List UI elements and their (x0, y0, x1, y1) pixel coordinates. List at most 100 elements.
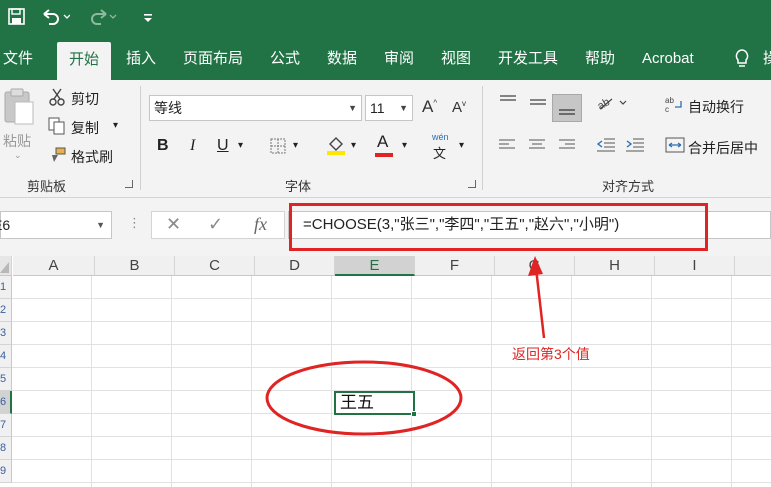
borders-icon[interactable] (270, 138, 286, 158)
paste-icon[interactable] (2, 88, 36, 134)
chevron-down-icon: ▼ (348, 103, 357, 113)
group-divider (140, 86, 141, 190)
tell-me-icon[interactable] (733, 38, 751, 80)
font-name-value: 等线 (154, 100, 182, 116)
column-header-d[interactable]: D (255, 256, 335, 276)
wrap-text-icon: ab c (665, 95, 683, 117)
paste-button[interactable]: 粘贴 (3, 131, 31, 151)
phonetic-guide-button[interactable]: wén (432, 132, 449, 142)
row-header[interactable]: 3 (0, 322, 12, 345)
row-header[interactable]: 5 (0, 368, 12, 391)
row-header[interactable]: 1 (0, 276, 12, 299)
tab-data[interactable]: 数据 (327, 38, 357, 80)
svg-text:ab: ab (665, 96, 674, 105)
format-painter-button[interactable]: 格式刷 (71, 147, 113, 167)
tab-file[interactable]: 文件 (3, 38, 33, 80)
row-header[interactable]: 2 (0, 299, 12, 322)
italic-button[interactable]: I (190, 137, 195, 155)
decrease-font-icon[interactable]: Av (452, 99, 466, 116)
merge-center-button[interactable]: 合并后居中 (688, 138, 758, 158)
tab-page-layout[interactable]: 页面布局 (183, 38, 243, 80)
font-launcher-icon[interactable] (468, 180, 476, 188)
redo-icon[interactable] (88, 8, 118, 30)
chevron-down-icon: ▼ (399, 103, 408, 113)
ribbon: 粘贴 ⌄ 剪切 复制 ▾ 格式刷 剪贴板 等线 ▼ 11 ▼ A^ Av B I… (0, 80, 771, 198)
name-box-value: E6 (0, 217, 11, 233)
row-header[interactable]: 4 (0, 345, 12, 368)
align-center-icon[interactable] (528, 138, 546, 156)
insert-function-button[interactable]: fx (254, 214, 267, 235)
undo-icon[interactable] (40, 8, 71, 30)
name-box[interactable]: E6 ▼ (0, 211, 112, 239)
fill-handle[interactable] (411, 411, 417, 417)
worksheet-grid[interactable] (12, 276, 771, 487)
tab-insert[interactable]: 插入 (126, 38, 156, 80)
borders-chevron-icon[interactable]: ▾ (293, 140, 298, 151)
decrease-indent-icon[interactable] (596, 137, 616, 157)
save-icon[interactable] (8, 8, 25, 29)
column-header-i[interactable]: I (655, 256, 735, 276)
tab-developer[interactable]: 开发工具 (498, 38, 558, 80)
underline-button[interactable]: U (217, 137, 229, 155)
orientation-icon[interactable]: ab (595, 95, 630, 115)
tab-acrobat[interactable]: Acrobat (642, 38, 694, 80)
tab-tell-me[interactable]: 操 (763, 38, 771, 80)
scissors-icon (48, 88, 66, 110)
confirm-entry-icon[interactable]: ✓ (208, 214, 223, 235)
font-size-select[interactable]: 11 ▼ (365, 95, 413, 121)
formula-highlight-box (289, 203, 708, 251)
row-header[interactable]: 8 (0, 437, 12, 460)
bold-button[interactable]: B (157, 137, 169, 155)
customize-quick-access-icon[interactable] (143, 11, 153, 28)
align-middle-icon[interactable] (528, 94, 548, 114)
row-header[interactable]: 9 (0, 460, 12, 483)
format-painter-icon (48, 146, 66, 168)
column-header-b[interactable]: B (95, 256, 175, 276)
column-header-f[interactable]: F (415, 256, 495, 276)
tab-review[interactable]: 审阅 (384, 38, 414, 80)
wrap-text-button[interactable]: 自动换行 (688, 97, 744, 117)
underline-chevron-icon[interactable]: ▾ (238, 140, 243, 151)
column-header-h[interactable]: H (575, 256, 655, 276)
group-divider (482, 86, 483, 190)
tab-home[interactable]: 开始 (57, 42, 112, 80)
align-bottom-button[interactable] (552, 94, 582, 122)
align-left-icon[interactable] (498, 138, 516, 156)
fill-color-icon[interactable] (326, 134, 346, 160)
fill-color-chevron-icon[interactable]: ▾ (351, 140, 356, 151)
row-header-selected[interactable]: 6 (0, 391, 12, 414)
copy-chevron-icon[interactable]: ▾ (113, 120, 118, 131)
cut-button[interactable]: 剪切 (71, 89, 99, 109)
merge-center-icon (665, 137, 685, 157)
copy-button[interactable]: 复制 (71, 118, 99, 138)
cancel-entry-icon[interactable]: ✕ (166, 214, 181, 235)
tab-formulas[interactable]: 公式 (270, 38, 300, 80)
column-header-j[interactable] (735, 256, 771, 276)
clipboard-launcher-icon[interactable] (125, 180, 133, 188)
font-color-chevron-icon[interactable]: ▾ (402, 140, 407, 151)
more-options-icon[interactable]: ⋮ (128, 215, 141, 231)
title-bar (0, 0, 771, 38)
tab-help[interactable]: 帮助 (585, 38, 615, 80)
tab-view[interactable]: 视图 (441, 38, 471, 80)
align-right-icon[interactable] (558, 138, 576, 156)
column-header-a[interactable]: A (13, 256, 95, 276)
paste-chevron-icon[interactable]: ⌄ (14, 150, 22, 161)
increase-indent-icon[interactable] (625, 137, 645, 157)
align-bottom-icon (559, 109, 575, 115)
align-top-icon[interactable] (498, 94, 518, 114)
row-header[interactable]: 7 (0, 414, 12, 437)
font-name-select[interactable]: 等线 ▼ (149, 95, 362, 121)
svg-text:ab: ab (596, 96, 612, 111)
column-header-g[interactable]: G (495, 256, 575, 276)
chevron-down-icon: ▼ (96, 220, 105, 230)
select-all-corner[interactable] (0, 256, 12, 276)
alignment-group-label: 对齐方式 (602, 179, 655, 194)
column-header-e[interactable]: E (335, 256, 415, 276)
column-header-c[interactable]: C (175, 256, 255, 276)
annotation-note: 返回第3个值 (512, 346, 590, 362)
font-color-button[interactable]: A (377, 132, 388, 152)
active-cell-e6[interactable]: 王五 (334, 391, 415, 415)
phonetic-chevron-icon[interactable]: ▾ (459, 140, 464, 151)
increase-font-icon[interactable]: A^ (422, 97, 437, 117)
